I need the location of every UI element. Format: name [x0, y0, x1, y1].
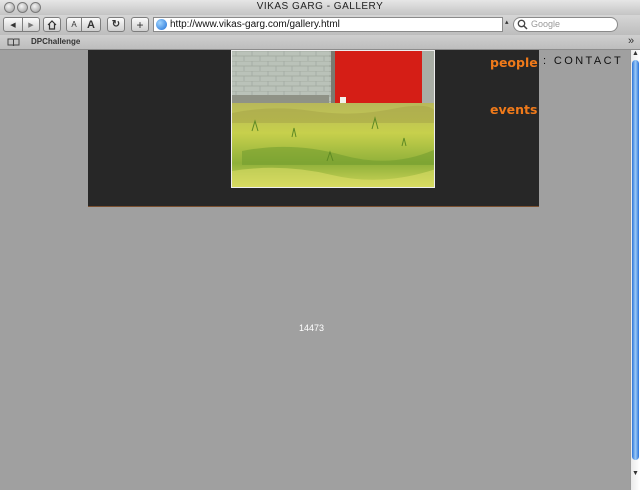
visitor-counter: 14473 — [299, 323, 325, 333]
text-smaller-button[interactable]: A — [66, 17, 82, 32]
address-bar[interactable]: http://www.vikas-garg.com/gallery.html — [153, 17, 503, 32]
search-icon — [517, 19, 528, 30]
text-smaller-label: A — [71, 20, 77, 29]
plus-icon: + — [136, 17, 144, 32]
reload-button[interactable]: ↻ — [107, 17, 125, 32]
add-bookmark-button[interactable]: + — [131, 17, 149, 32]
home-button[interactable] — [43, 17, 61, 32]
gallery-photo[interactable] — [231, 50, 435, 188]
scroll-up-arrow-icon[interactable]: ▲ — [632, 50, 639, 57]
scrollbar-thumb[interactable] — [632, 60, 639, 460]
globe-icon — [156, 19, 167, 30]
book-icon[interactable] — [7, 38, 20, 47]
grass-photo-image — [232, 51, 434, 187]
bookmarks-overflow-icon[interactable]: » — [628, 35, 634, 47]
page-content: people events : CONTACT 14473 — [0, 50, 630, 490]
bookmark-item-dpchallenge[interactable]: DPChallenge — [31, 37, 80, 46]
nav-link-contact[interactable]: : CONTACT — [543, 55, 623, 67]
forward-button[interactable]: ▶ — [22, 17, 40, 32]
home-icon — [47, 19, 57, 30]
nav-link-people[interactable]: people — [490, 55, 538, 70]
scroll-down-arrow-icon[interactable]: ▼ — [632, 470, 639, 477]
back-arrow-icon: ◀ — [10, 21, 16, 29]
title-bar: VIKAS GARG - GALLERY — [0, 0, 640, 16]
search-placeholder: Google — [531, 19, 561, 29]
window-title: VIKAS GARG - GALLERY — [256, 1, 384, 12]
address-url[interactable]: http://www.vikas-garg.com/gallery.html — [170, 19, 340, 30]
forward-arrow-icon: ▶ — [28, 21, 34, 29]
search-field[interactable]: Google — [513, 17, 618, 32]
text-bigger-label: A — [87, 18, 95, 31]
reload-icon: ↻ — [111, 19, 121, 30]
back-button[interactable]: ◀ — [3, 17, 23, 32]
history-dropdown-icon[interactable]: ▴ — [505, 18, 509, 26]
nav-link-events[interactable]: events — [490, 102, 537, 117]
bookmarks-bar: DPChallenge » — [0, 35, 640, 50]
vertical-scrollbar[interactable]: ▲ ▼ — [630, 50, 640, 490]
gallery-panel: people events — [88, 50, 539, 207]
text-bigger-button[interactable]: A — [81, 17, 101, 32]
